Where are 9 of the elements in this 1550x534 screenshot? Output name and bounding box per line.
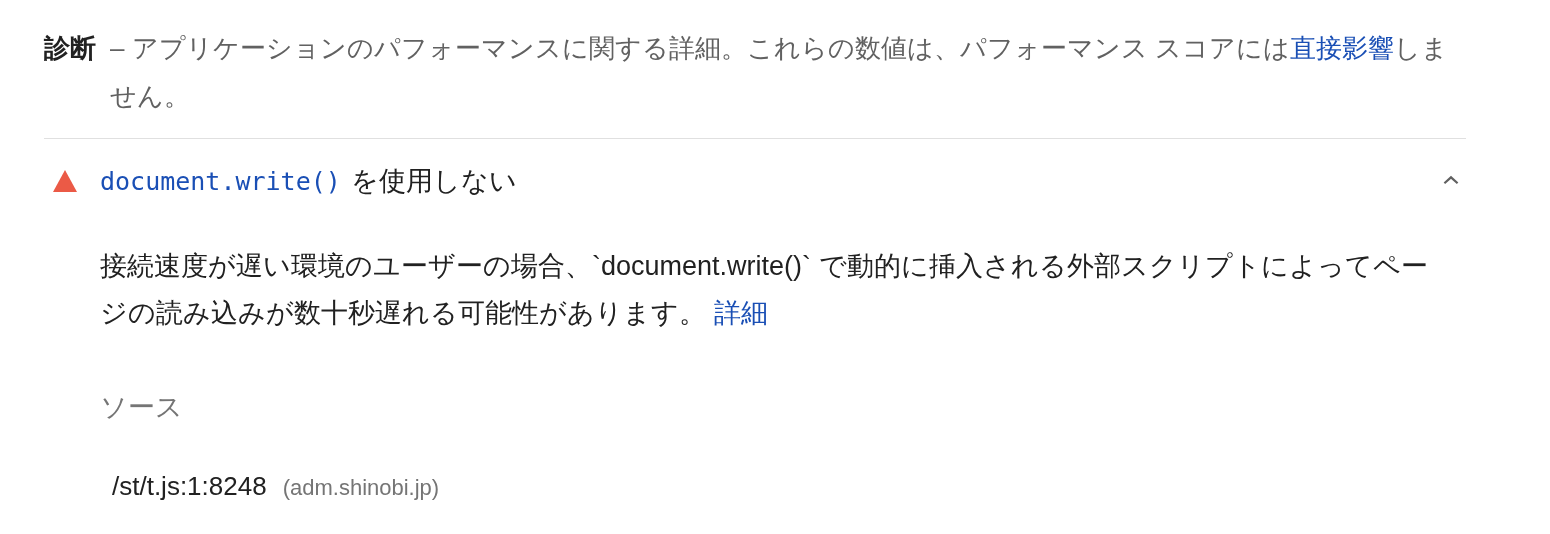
learn-more-link[interactable]: 詳細	[713, 298, 768, 328]
source-url[interactable]: /st/t.js:1:8248	[112, 471, 267, 502]
link[interactable]: 直接影響	[1289, 33, 1394, 63]
section-description: – アプリケーションのパフォーマンスに関する詳細。これらの数値は、パフォーマンス スコアには直接影響 しません。	[110, 32, 1449, 113]
source-host: (adm.shinobi.jp)	[282, 475, 440, 501]
section-title: 診断	[44, 32, 96, 65]
audit-title[interactable]: document.write() を使用しない	[100, 163, 1414, 199]
audit-description: 接続速度が遅い環境のユーザーの場合、`document.write()` で動的に挿入される外部スクリプトによってページの読み込みが数十秒遅れる可能性があります。 詳細	[100, 250, 1429, 330]
sources-label: ソース	[100, 391, 184, 424]
